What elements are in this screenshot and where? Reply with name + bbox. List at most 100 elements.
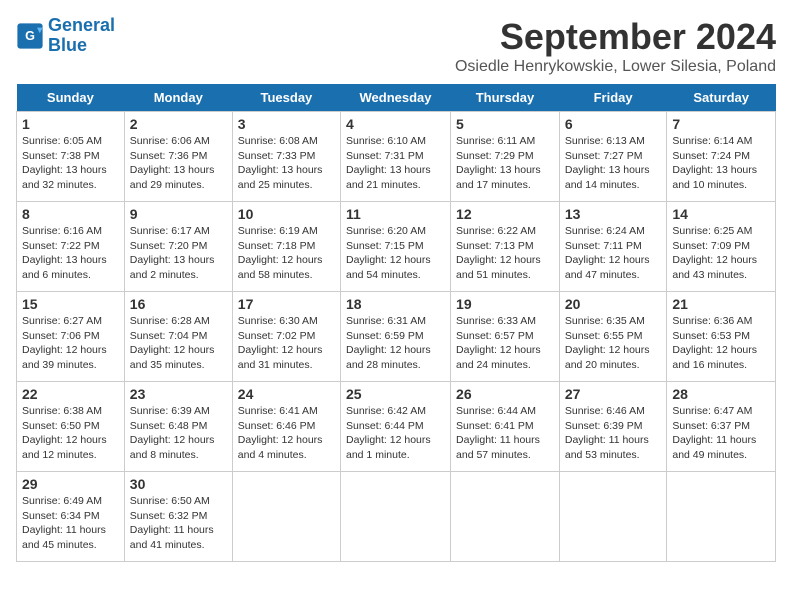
- day-info: Sunrise: 6:22 AM Sunset: 7:13 PM Dayligh…: [456, 224, 554, 283]
- day-info: Sunrise: 6:28 AM Sunset: 7:04 PM Dayligh…: [130, 314, 227, 373]
- day-number: 7: [672, 116, 770, 132]
- day-number: 5: [456, 116, 554, 132]
- day-number: 24: [238, 386, 335, 402]
- calendar-cell: 6 Sunrise: 6:13 AM Sunset: 7:27 PM Dayli…: [559, 112, 667, 202]
- day-info: Sunrise: 6:13 AM Sunset: 7:27 PM Dayligh…: [565, 134, 662, 193]
- calendar-cell: 22 Sunrise: 6:38 AM Sunset: 6:50 PM Dayl…: [17, 382, 125, 472]
- day-info: Sunrise: 6:06 AM Sunset: 7:36 PM Dayligh…: [130, 134, 227, 193]
- day-info: Sunrise: 6:24 AM Sunset: 7:11 PM Dayligh…: [565, 224, 662, 283]
- empty-cell: [232, 472, 340, 562]
- day-info: Sunrise: 6:50 AM Sunset: 6:32 PM Dayligh…: [130, 494, 227, 553]
- day-info: Sunrise: 6:11 AM Sunset: 7:29 PM Dayligh…: [456, 134, 554, 193]
- svg-text:G: G: [25, 29, 35, 43]
- day-info: Sunrise: 6:17 AM Sunset: 7:20 PM Dayligh…: [130, 224, 227, 283]
- day-number: 9: [130, 206, 227, 222]
- header-thursday: Thursday: [451, 84, 560, 112]
- day-info: Sunrise: 6:35 AM Sunset: 6:55 PM Dayligh…: [565, 314, 662, 373]
- day-info: Sunrise: 6:46 AM Sunset: 6:39 PM Dayligh…: [565, 404, 662, 463]
- page-header: G General Blue September 2024 Osiedle He…: [16, 16, 776, 76]
- day-number: 28: [672, 386, 770, 402]
- header-wednesday: Wednesday: [341, 84, 451, 112]
- calendar-cell: 2 Sunrise: 6:06 AM Sunset: 7:36 PM Dayli…: [124, 112, 232, 202]
- day-number: 8: [22, 206, 119, 222]
- day-info: Sunrise: 6:10 AM Sunset: 7:31 PM Dayligh…: [346, 134, 445, 193]
- day-number: 2: [130, 116, 227, 132]
- calendar-cell: 14 Sunrise: 6:25 AM Sunset: 7:09 PM Dayl…: [667, 202, 776, 292]
- day-number: 4: [346, 116, 445, 132]
- day-number: 23: [130, 386, 227, 402]
- day-number: 3: [238, 116, 335, 132]
- day-info: Sunrise: 6:20 AM Sunset: 7:15 PM Dayligh…: [346, 224, 445, 283]
- calendar-cell: 3 Sunrise: 6:08 AM Sunset: 7:33 PM Dayli…: [232, 112, 340, 202]
- day-info: Sunrise: 6:14 AM Sunset: 7:24 PM Dayligh…: [672, 134, 770, 193]
- calendar-cell: 29 Sunrise: 6:49 AM Sunset: 6:34 PM Dayl…: [17, 472, 125, 562]
- calendar-cell: 13 Sunrise: 6:24 AM Sunset: 7:11 PM Dayl…: [559, 202, 667, 292]
- calendar-cell: 1 Sunrise: 6:05 AM Sunset: 7:38 PM Dayli…: [17, 112, 125, 202]
- calendar-cell: 7 Sunrise: 6:14 AM Sunset: 7:24 PM Dayli…: [667, 112, 776, 202]
- day-number: 18: [346, 296, 445, 312]
- day-number: 6: [565, 116, 662, 132]
- day-info: Sunrise: 6:08 AM Sunset: 7:33 PM Dayligh…: [238, 134, 335, 193]
- calendar-cell: 25 Sunrise: 6:42 AM Sunset: 6:44 PM Dayl…: [341, 382, 451, 472]
- calendar-title: September 2024: [455, 16, 776, 58]
- calendar-cell: 24 Sunrise: 6:41 AM Sunset: 6:46 PM Dayl…: [232, 382, 340, 472]
- day-info: Sunrise: 6:38 AM Sunset: 6:50 PM Dayligh…: [22, 404, 119, 463]
- calendar-cell: 21 Sunrise: 6:36 AM Sunset: 6:53 PM Dayl…: [667, 292, 776, 382]
- day-number: 25: [346, 386, 445, 402]
- title-section: September 2024 Osiedle Henrykowskie, Low…: [455, 16, 776, 76]
- calendar-table: Sunday Monday Tuesday Wednesday Thursday…: [16, 84, 776, 562]
- logo-line2: Blue: [48, 36, 115, 56]
- logo: G General Blue: [16, 16, 115, 56]
- day-info: Sunrise: 6:31 AM Sunset: 6:59 PM Dayligh…: [346, 314, 445, 373]
- calendar-cell: 8 Sunrise: 6:16 AM Sunset: 7:22 PM Dayli…: [17, 202, 125, 292]
- day-info: Sunrise: 6:36 AM Sunset: 6:53 PM Dayligh…: [672, 314, 770, 373]
- day-info: Sunrise: 6:16 AM Sunset: 7:22 PM Dayligh…: [22, 224, 119, 283]
- day-number: 11: [346, 206, 445, 222]
- day-info: Sunrise: 6:33 AM Sunset: 6:57 PM Dayligh…: [456, 314, 554, 373]
- calendar-cell: 18 Sunrise: 6:31 AM Sunset: 6:59 PM Dayl…: [341, 292, 451, 382]
- week-row: 8 Sunrise: 6:16 AM Sunset: 7:22 PM Dayli…: [17, 202, 776, 292]
- day-info: Sunrise: 6:05 AM Sunset: 7:38 PM Dayligh…: [22, 134, 119, 193]
- calendar-cell: 9 Sunrise: 6:17 AM Sunset: 7:20 PM Dayli…: [124, 202, 232, 292]
- day-number: 20: [565, 296, 662, 312]
- header-saturday: Saturday: [667, 84, 776, 112]
- day-info: Sunrise: 6:41 AM Sunset: 6:46 PM Dayligh…: [238, 404, 335, 463]
- logo-text: General Blue: [48, 16, 115, 56]
- day-number: 14: [672, 206, 770, 222]
- header-friday: Friday: [559, 84, 667, 112]
- header-monday: Monday: [124, 84, 232, 112]
- day-info: Sunrise: 6:49 AM Sunset: 6:34 PM Dayligh…: [22, 494, 119, 553]
- day-number: 15: [22, 296, 119, 312]
- week-row: 22 Sunrise: 6:38 AM Sunset: 6:50 PM Dayl…: [17, 382, 776, 472]
- calendar-subtitle: Osiedle Henrykowskie, Lower Silesia, Pol…: [455, 58, 776, 76]
- calendar-cell: 16 Sunrise: 6:28 AM Sunset: 7:04 PM Dayl…: [124, 292, 232, 382]
- day-number: 16: [130, 296, 227, 312]
- calendar-cell: 15 Sunrise: 6:27 AM Sunset: 7:06 PM Dayl…: [17, 292, 125, 382]
- day-info: Sunrise: 6:42 AM Sunset: 6:44 PM Dayligh…: [346, 404, 445, 463]
- day-number: 17: [238, 296, 335, 312]
- day-info: Sunrise: 6:27 AM Sunset: 7:06 PM Dayligh…: [22, 314, 119, 373]
- week-row: 29 Sunrise: 6:49 AM Sunset: 6:34 PM Dayl…: [17, 472, 776, 562]
- week-row: 15 Sunrise: 6:27 AM Sunset: 7:06 PM Dayl…: [17, 292, 776, 382]
- day-info: Sunrise: 6:47 AM Sunset: 6:37 PM Dayligh…: [672, 404, 770, 463]
- calendar-cell: 12 Sunrise: 6:22 AM Sunset: 7:13 PM Dayl…: [451, 202, 560, 292]
- day-number: 29: [22, 476, 119, 492]
- calendar-cell: 10 Sunrise: 6:19 AM Sunset: 7:18 PM Dayl…: [232, 202, 340, 292]
- day-number: 1: [22, 116, 119, 132]
- calendar-cell: 11 Sunrise: 6:20 AM Sunset: 7:15 PM Dayl…: [341, 202, 451, 292]
- day-info: Sunrise: 6:25 AM Sunset: 7:09 PM Dayligh…: [672, 224, 770, 283]
- calendar-cell: 17 Sunrise: 6:30 AM Sunset: 7:02 PM Dayl…: [232, 292, 340, 382]
- empty-cell: [451, 472, 560, 562]
- day-number: 10: [238, 206, 335, 222]
- calendar-cell: 28 Sunrise: 6:47 AM Sunset: 6:37 PM Dayl…: [667, 382, 776, 472]
- empty-cell: [559, 472, 667, 562]
- day-number: 22: [22, 386, 119, 402]
- day-info: Sunrise: 6:44 AM Sunset: 6:41 PM Dayligh…: [456, 404, 554, 463]
- calendar-cell: 30 Sunrise: 6:50 AM Sunset: 6:32 PM Dayl…: [124, 472, 232, 562]
- header-tuesday: Tuesday: [232, 84, 340, 112]
- week-row: 1 Sunrise: 6:05 AM Sunset: 7:38 PM Dayli…: [17, 112, 776, 202]
- calendar-cell: 19 Sunrise: 6:33 AM Sunset: 6:57 PM Dayl…: [451, 292, 560, 382]
- calendar-cell: 26 Sunrise: 6:44 AM Sunset: 6:41 PM Dayl…: [451, 382, 560, 472]
- calendar-cell: 27 Sunrise: 6:46 AM Sunset: 6:39 PM Dayl…: [559, 382, 667, 472]
- day-info: Sunrise: 6:30 AM Sunset: 7:02 PM Dayligh…: [238, 314, 335, 373]
